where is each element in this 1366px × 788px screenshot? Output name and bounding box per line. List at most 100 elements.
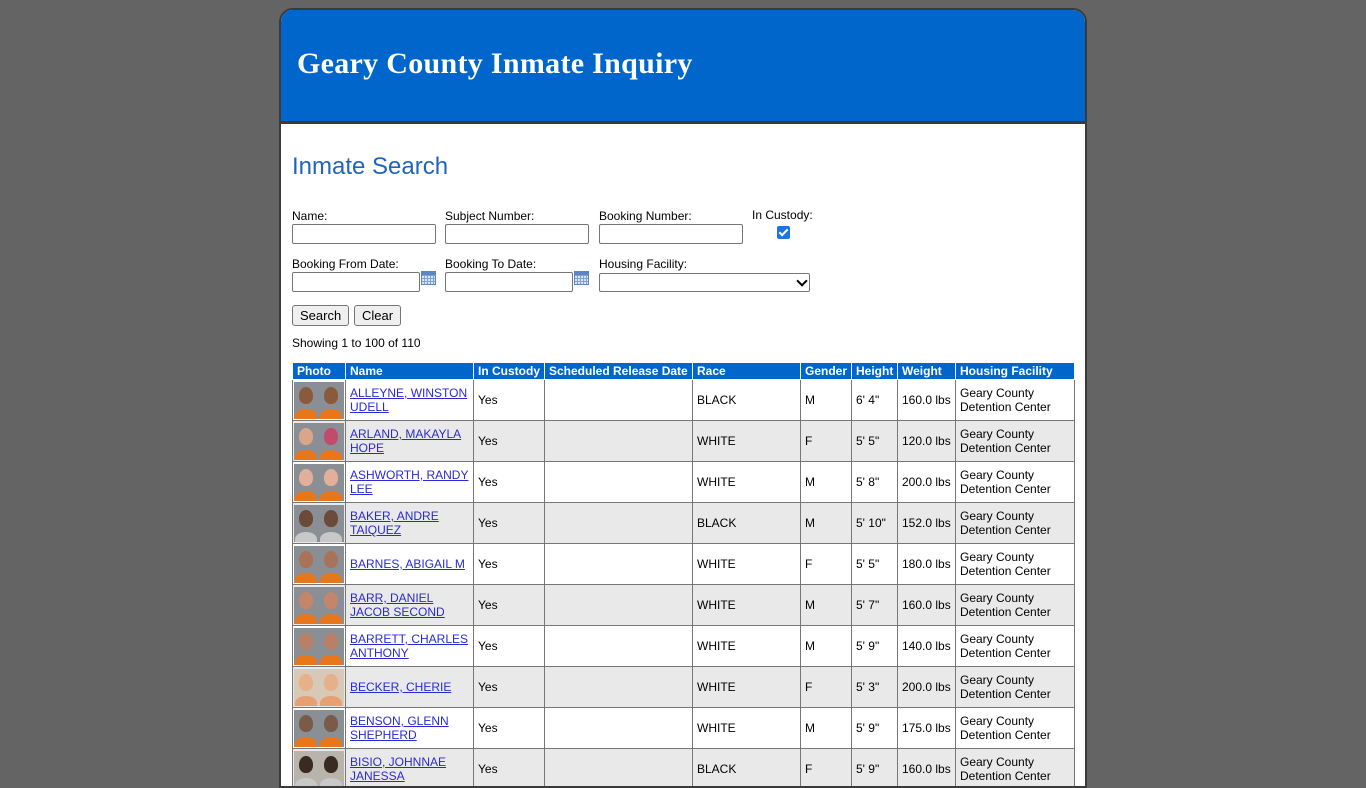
name-field-group: Name: (292, 209, 436, 244)
table-row: BISIO, JOHNNAE JANESSA Yes BLACK F 5' 9"… (293, 749, 1075, 788)
page-title: Inmate Search (292, 153, 448, 181)
mugshot-image[interactable] (294, 628, 344, 665)
inmate-name-link[interactable]: BARRETT, CHARLES ANTHONY (350, 632, 468, 660)
column-header[interactable]: Weight (898, 363, 956, 380)
height-cell: 5' 5" (852, 421, 898, 462)
mugshot-image[interactable] (294, 669, 344, 706)
custody-cell: Yes (474, 421, 545, 462)
gender-cell: F (801, 667, 852, 708)
mugshot-image[interactable] (294, 382, 344, 419)
housing-facility-select[interactable] (599, 273, 810, 292)
column-header[interactable]: In Custody (474, 363, 545, 380)
subject-number-field-group: Subject Number: (445, 209, 589, 244)
name-cell: BAKER, ANDRE TAIQUEZ (346, 503, 474, 544)
photo-cell (293, 585, 346, 626)
column-header[interactable]: Photo (293, 363, 346, 380)
booking-number-field-group: Booking Number: (599, 209, 743, 244)
weight-cell: 160.0 lbs (898, 380, 956, 421)
mugshot-image[interactable] (294, 751, 344, 788)
facility-cell: Geary County Detention Center (956, 667, 1075, 708)
height-cell: 5' 8" (852, 462, 898, 503)
in-custody-label: In Custody: (752, 208, 813, 222)
booking-to-input[interactable] (445, 272, 573, 292)
weight-cell: 140.0 lbs (898, 626, 956, 667)
site-header: Geary County Inmate Inquiry (281, 10, 1085, 124)
mugshot-image[interactable] (294, 710, 344, 747)
inmate-name-link[interactable]: BARR, DANIEL JACOB SECOND (350, 591, 445, 619)
inmate-name-link[interactable]: ASHWORTH, RANDY LEE (350, 468, 468, 496)
name-cell: BENSON, GLENN SHEPHERD (346, 708, 474, 749)
facility-cell: Geary County Detention Center (956, 708, 1075, 749)
mugshot-image[interactable] (294, 505, 344, 542)
mugshot-image[interactable] (294, 546, 344, 583)
weight-cell: 180.0 lbs (898, 544, 956, 585)
column-header[interactable]: Housing Facility (956, 363, 1075, 380)
release-date-cell (545, 462, 693, 503)
column-header[interactable]: Race (693, 363, 801, 380)
race-cell: BLACK (693, 749, 801, 788)
column-header[interactable]: Name (346, 363, 474, 380)
custody-cell: Yes (474, 626, 545, 667)
weight-cell: 160.0 lbs (898, 749, 956, 788)
search-button[interactable]: Search (292, 305, 349, 326)
booking-to-field-group: Booking To Date: (445, 257, 573, 292)
calendar-icon[interactable] (574, 271, 589, 285)
table-row: BAKER, ANDRE TAIQUEZ Yes BLACK M 5' 10" … (293, 503, 1075, 544)
facility-cell: Geary County Detention Center (956, 585, 1075, 626)
booking-number-label: Booking Number: (599, 209, 743, 223)
mugshot-image[interactable] (294, 423, 344, 460)
booking-number-input[interactable] (599, 224, 743, 244)
inmate-name-link[interactable]: BISIO, JOHNNAE JANESSA (350, 755, 446, 783)
custody-cell: Yes (474, 380, 545, 421)
booking-from-field-group: Booking From Date: (292, 257, 420, 292)
name-cell: BARRETT, CHARLES ANTHONY (346, 626, 474, 667)
height-cell: 5' 3" (852, 667, 898, 708)
column-header[interactable]: Scheduled Release Date (545, 363, 693, 380)
gender-cell: M (801, 626, 852, 667)
mugshot-image[interactable] (294, 464, 344, 501)
height-cell: 5' 9" (852, 626, 898, 667)
release-date-cell (545, 708, 693, 749)
release-date-cell (545, 503, 693, 544)
booking-from-label: Booking From Date: (292, 257, 420, 271)
custody-cell: Yes (474, 708, 545, 749)
name-cell: BARNES, ABIGAIL M (346, 544, 474, 585)
mugshot-image[interactable] (294, 587, 344, 624)
height-cell: 5' 9" (852, 749, 898, 788)
inmate-name-link[interactable]: BENSON, GLENN SHEPHERD (350, 714, 449, 742)
release-date-cell (545, 667, 693, 708)
results-table: Photo Name In Custody Scheduled Release … (292, 362, 1075, 788)
column-header[interactable]: Gender (801, 363, 852, 380)
inmate-name-link[interactable]: BECKER, CHERIE (350, 680, 451, 694)
release-date-cell (545, 626, 693, 667)
photo-cell (293, 626, 346, 667)
name-cell: BISIO, JOHNNAE JANESSA (346, 749, 474, 788)
height-cell: 5' 9" (852, 708, 898, 749)
race-cell: WHITE (693, 667, 801, 708)
subject-number-label: Subject Number: (445, 209, 589, 223)
inmate-name-link[interactable]: ARLAND, MAKAYLA HOPE (350, 427, 461, 455)
housing-facility-field-group: Housing Facility: (599, 257, 687, 272)
height-cell: 5' 5" (852, 544, 898, 585)
clear-button[interactable]: Clear (354, 305, 401, 326)
name-input[interactable] (292, 224, 436, 244)
race-cell: BLACK (693, 503, 801, 544)
race-cell: WHITE (693, 421, 801, 462)
inmate-name-link[interactable]: BAKER, ANDRE TAIQUEZ (350, 509, 439, 537)
weight-cell: 175.0 lbs (898, 708, 956, 749)
custody-cell: Yes (474, 544, 545, 585)
table-header-row: Photo Name In Custody Scheduled Release … (293, 363, 1075, 380)
table-row: BENSON, GLENN SHEPHERD Yes WHITE M 5' 9"… (293, 708, 1075, 749)
calendar-icon[interactable] (421, 271, 436, 285)
race-cell: WHITE (693, 585, 801, 626)
custody-cell: Yes (474, 503, 545, 544)
inmate-name-link[interactable]: ALLEYNE, WINSTON UDELL (350, 386, 467, 414)
booking-from-input[interactable] (292, 272, 420, 292)
photo-cell (293, 462, 346, 503)
in-custody-checkbox[interactable] (777, 226, 790, 239)
gender-cell: F (801, 421, 852, 462)
subject-number-input[interactable] (445, 224, 589, 244)
weight-cell: 200.0 lbs (898, 462, 956, 503)
inmate-name-link[interactable]: BARNES, ABIGAIL M (350, 557, 465, 571)
column-header[interactable]: Height (852, 363, 898, 380)
